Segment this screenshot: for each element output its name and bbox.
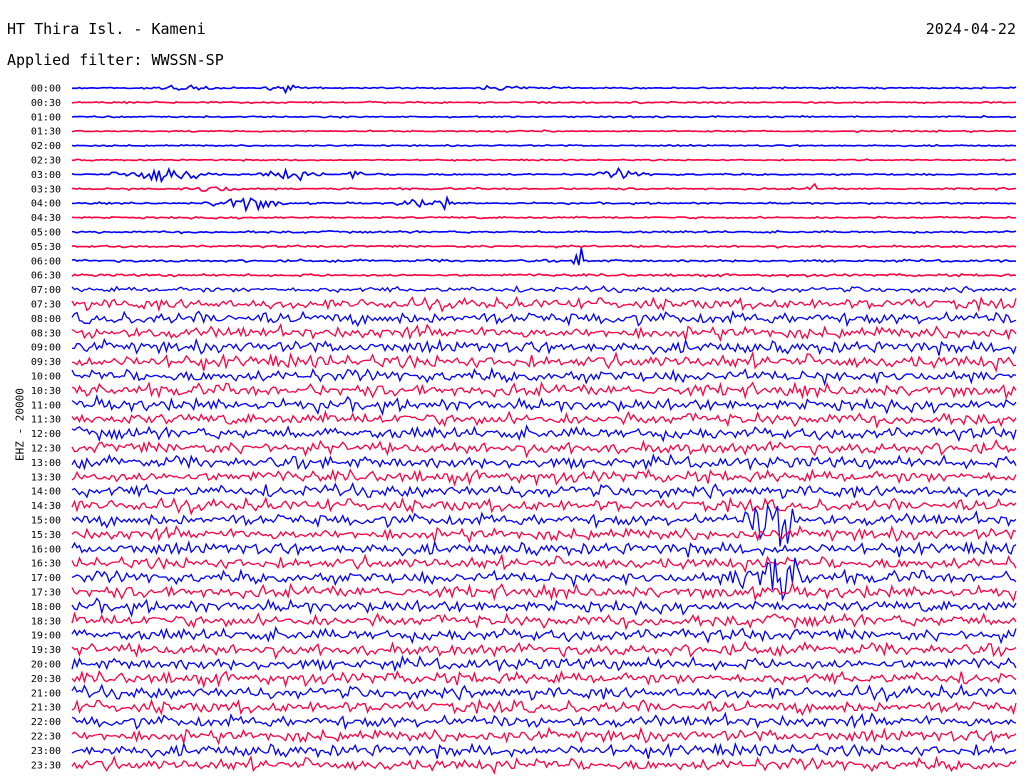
seismic-trace-row xyxy=(71,272,1017,278)
seismic-trace-row xyxy=(71,683,1017,703)
seismic-trace-row xyxy=(71,553,1017,574)
time-tick-label: 07:30 xyxy=(31,300,61,311)
time-tick-label: 11:00 xyxy=(31,400,61,411)
seismic-trace-row xyxy=(71,726,1017,746)
time-tick-label: 13:00 xyxy=(31,458,61,469)
time-tick-label: 09:00 xyxy=(31,343,61,354)
seismic-trace-row xyxy=(71,248,1017,266)
seismic-trace-row xyxy=(71,409,1017,430)
seismic-trace-row xyxy=(71,496,1017,516)
time-tick-label: 09:30 xyxy=(31,357,61,368)
time-tick-label: 00:00 xyxy=(31,84,61,95)
time-tick-label: 03:00 xyxy=(31,170,61,181)
time-tick-label: 14:30 xyxy=(31,501,61,512)
seismic-trace-row xyxy=(71,481,1017,500)
seismic-traces xyxy=(71,84,1017,775)
seismic-trace-row xyxy=(71,539,1017,558)
time-tick-label: 18:00 xyxy=(31,602,61,613)
time-tick-label: 23:30 xyxy=(31,760,61,771)
time-tick-label: 04:00 xyxy=(31,199,61,210)
seismic-trace-row xyxy=(71,129,1017,134)
time-tick-label: 07:00 xyxy=(31,285,61,296)
time-tick-label: 21:30 xyxy=(31,703,61,714)
seismic-trace-row xyxy=(71,114,1017,119)
seismic-trace-row xyxy=(71,381,1017,400)
time-tick-label: 20:00 xyxy=(31,660,61,671)
time-tick-label: 19:00 xyxy=(31,631,61,642)
seismic-trace-row xyxy=(71,597,1017,618)
time-tick-label: 14:00 xyxy=(31,487,61,498)
time-tick-label: 12:00 xyxy=(31,429,61,440)
seismic-trace-row xyxy=(71,453,1017,471)
seismic-trace-row xyxy=(71,424,1017,443)
time-tick-label: 04:30 xyxy=(31,213,61,224)
seismic-trace-row xyxy=(71,337,1017,356)
seismic-trace-row xyxy=(71,468,1017,488)
time-tick-label: 02:00 xyxy=(31,141,61,152)
seismic-trace-row xyxy=(71,215,1017,220)
time-tick-label: 10:30 xyxy=(31,386,61,397)
seismic-trace-row xyxy=(71,524,1017,544)
time-tick-label: 10:00 xyxy=(31,372,61,383)
time-tick-label: 05:30 xyxy=(31,242,61,253)
seismic-trace-row xyxy=(71,669,1017,689)
time-tick-label: 21:00 xyxy=(31,688,61,699)
seismic-trace-row xyxy=(71,438,1017,459)
time-tick-label: 15:00 xyxy=(31,516,61,527)
time-tick-labels: 00:00 00:30 01:00 01:30 02:00 02:30 03:00 03:30… xyxy=(31,84,61,772)
seismic-trace-row xyxy=(71,295,1017,313)
seismic-trace-row xyxy=(71,741,1017,759)
seismic-trace-row xyxy=(71,285,1017,294)
time-tick-label: 01:00 xyxy=(31,112,61,123)
seismic-trace-row xyxy=(71,393,1017,417)
seismic-trace-row xyxy=(71,581,1017,603)
time-tick-label: 17:30 xyxy=(31,588,61,599)
seismic-trace-row xyxy=(71,754,1017,775)
time-tick-label: 05:00 xyxy=(31,228,61,239)
seismic-trace-row xyxy=(71,100,1017,105)
time-tick-label: 18:30 xyxy=(31,616,61,627)
seismic-trace-row xyxy=(71,143,1017,148)
time-tick-label: 19:30 xyxy=(31,645,61,656)
seismic-trace-row xyxy=(71,84,1017,95)
time-tick-label: 02:30 xyxy=(31,156,61,167)
seismic-trace-row xyxy=(71,244,1017,249)
time-tick-label: 06:30 xyxy=(31,271,61,282)
time-tick-label: 16:30 xyxy=(31,559,61,570)
seismic-trace-row xyxy=(71,711,1017,731)
time-tick-label: 00:30 xyxy=(31,98,61,109)
time-tick-label: 23:00 xyxy=(31,746,61,757)
time-tick-label: 22:00 xyxy=(31,717,61,728)
seismic-trace-row xyxy=(71,366,1017,387)
time-tick-label: 08:30 xyxy=(31,328,61,339)
helicorder-plot: 00:00 00:30 01:00 01:30 02:00 02:30 03:00 03:30… xyxy=(31,84,1017,775)
time-tick-label: 11:30 xyxy=(31,415,61,426)
seismic-trace-row xyxy=(71,350,1017,373)
seismic-trace-row xyxy=(71,182,1017,193)
seismic-trace-row xyxy=(71,640,1017,660)
time-tick-label: 22:30 xyxy=(31,732,61,743)
time-tick-label: 17:00 xyxy=(31,573,61,584)
seismic-trace-row xyxy=(71,654,1017,673)
time-tick-label: 20:30 xyxy=(31,674,61,685)
seismic-trace-row xyxy=(71,166,1017,184)
time-tick-label: 13:30 xyxy=(31,472,61,483)
seismic-trace-row xyxy=(71,625,1017,645)
seismic-trace-row xyxy=(71,229,1017,235)
time-tick-label: 06:00 xyxy=(31,256,61,267)
seismic-trace-row xyxy=(71,309,1017,328)
seismic-trace-row xyxy=(71,194,1017,213)
time-tick-label: 01:30 xyxy=(31,127,61,138)
time-tick-label: 08:00 xyxy=(31,314,61,325)
time-tick-label: 03:30 xyxy=(31,184,61,195)
time-tick-label: 16:00 xyxy=(31,544,61,555)
seismic-trace-row xyxy=(71,698,1017,717)
seismic-trace-row xyxy=(71,611,1017,631)
time-tick-label: 15:30 xyxy=(31,530,61,541)
seismic-trace-row xyxy=(71,158,1017,162)
seismic-trace-row xyxy=(71,322,1017,343)
time-tick-label: 12:30 xyxy=(31,444,61,455)
